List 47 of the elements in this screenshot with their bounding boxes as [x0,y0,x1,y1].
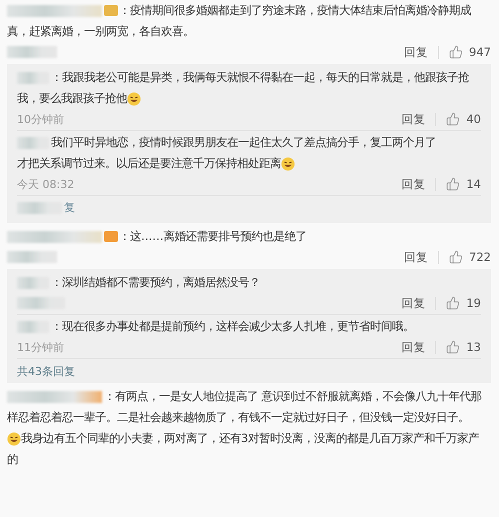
reply-link[interactable]: 回复 [404,250,440,264]
blurred-username [17,276,49,288]
reply-link[interactable]: 回复 [401,178,436,190]
comment-text: 我，要么我跟孩子抢他 [17,91,127,106]
comment-text: 真，赶紧离婚，一别两宽，各自欢喜。 [7,24,194,39]
blurred-username [17,202,62,214]
reply-text-fragment: 复 [64,200,75,215]
comment-text: ：这……离婚还需要排号预约也是绝了 [119,229,307,244]
comment-text: 才把关系调节过来。以后还是要注意千万保持相处距离 [17,156,281,171]
reply-time: 10分钟前 [17,112,64,126]
thumbs-up-icon [449,45,464,59]
comment-text: ：疫情期间很多婚姻都走到了穷途末路，疫情大体结束后怕离婚冷静期成 [119,3,471,18]
comment-text: ：我跟我老公可能是异类，我俩每天就恨不得黏在一起，每天的日常就是，他跟孩子抢 [51,70,469,85]
like-button[interactable]: 722 [449,250,491,264]
reply-time: 11分钟前 [17,340,64,354]
comment-text: ：现在很多办事处都是提前预约，这样会减少太多人扎堆，更节省时间哦。 [51,319,414,334]
blurred-username [17,320,49,332]
thumbs-up-icon [446,112,460,126]
like-button[interactable]: 14 [446,177,481,191]
reply-link[interactable]: 回复 [401,296,436,310]
like-button[interactable]: 40 [446,112,481,126]
thumbs-up-icon [446,340,460,354]
thumbs-up-icon [446,296,460,310]
blurred-time [7,46,57,58]
blurred-time [17,297,65,309]
laughing-emoji-icon [127,92,141,106]
all-replies-link[interactable]: 共43条回复 [17,359,481,379]
blurred-username [17,136,49,148]
like-button[interactable]: 947 [449,45,491,59]
comment-text: 我身边有五个同辈的小夫妻，两对离了，还有3对暂时没离，没离的都是几百万家产和千万家产 [21,431,480,446]
comment-text: ：有两点，一是女人地位提高了 意识到过不舒服就离婚，不会像八九十年代那 [104,389,482,404]
blurred-time [7,251,57,263]
like-button[interactable]: 19 [446,296,481,310]
reply-link[interactable]: 回复 [401,340,436,354]
comment-text: 我们平时异地恋，疫情时候跟男朋友在一起住太久了差点搞分手，复工两个月了 [51,135,436,150]
reply-link[interactable]: 回复 [404,46,440,58]
blurred-username [17,72,49,84]
comment-text: 的 [7,452,18,467]
reply-link[interactable]: 回复 [401,112,436,126]
thumbs-up-icon [446,177,460,191]
laughing-emoji-icon [281,156,295,170]
thumbs-up-icon [449,250,464,264]
like-button[interactable]: 13 [446,340,481,354]
laughing-emoji-icon [7,432,21,446]
comment-text: ：深圳结婚都不需要预约，离婚居然没号？ [51,275,260,290]
comment-text: 样忍着忍着忍一辈子。二是社会越来越物质了，有钱不一定就过好日子，但没钱一定没好日子。 [7,410,469,425]
reply-time: 今天 08:32 [17,176,74,192]
